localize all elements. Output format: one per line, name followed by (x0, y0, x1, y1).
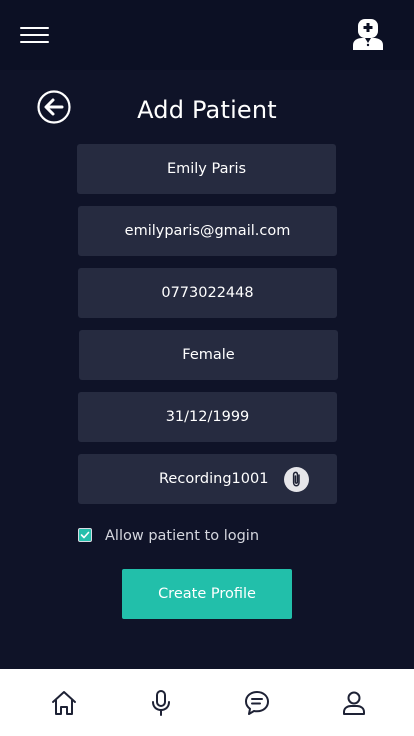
dob-value: 31/12/1999 (165, 409, 250, 425)
gender-value: Female (182, 347, 235, 363)
allow-login-label[interactable]: Allow patient to login (105, 526, 259, 546)
top-bar (0, 0, 414, 70)
name-field[interactable]: Emily Paris (77, 144, 336, 194)
hamburger-menu-icon[interactable] (20, 25, 50, 45)
home-icon[interactable] (50, 689, 78, 717)
page-title: Add Patient (137, 96, 277, 124)
phone-value: 0773022448 (161, 285, 254, 301)
user-icon[interactable] (340, 689, 368, 717)
paperclip-icon[interactable] (284, 467, 309, 492)
email-field[interactable]: emilyparis@gmail.com (78, 206, 337, 256)
microphone-icon[interactable] (147, 689, 175, 717)
recording-value: Recording1001 (159, 471, 269, 487)
phone-field[interactable]: 0773022448 (78, 268, 337, 318)
gender-field[interactable]: Female (79, 330, 338, 380)
chat-icon[interactable] (243, 689, 271, 717)
recording-field[interactable]: Recording1001 (78, 454, 337, 504)
name-value: Emily Paris (166, 161, 247, 177)
doctor-icon[interactable] (351, 19, 385, 51)
allow-login-checkbox[interactable] (78, 528, 92, 542)
email-value: emilyparis@gmail.com (124, 223, 291, 239)
dob-field[interactable]: 31/12/1999 (78, 392, 337, 442)
create-profile-button[interactable]: Create Profile (122, 569, 292, 619)
bottom-nav (0, 669, 414, 736)
